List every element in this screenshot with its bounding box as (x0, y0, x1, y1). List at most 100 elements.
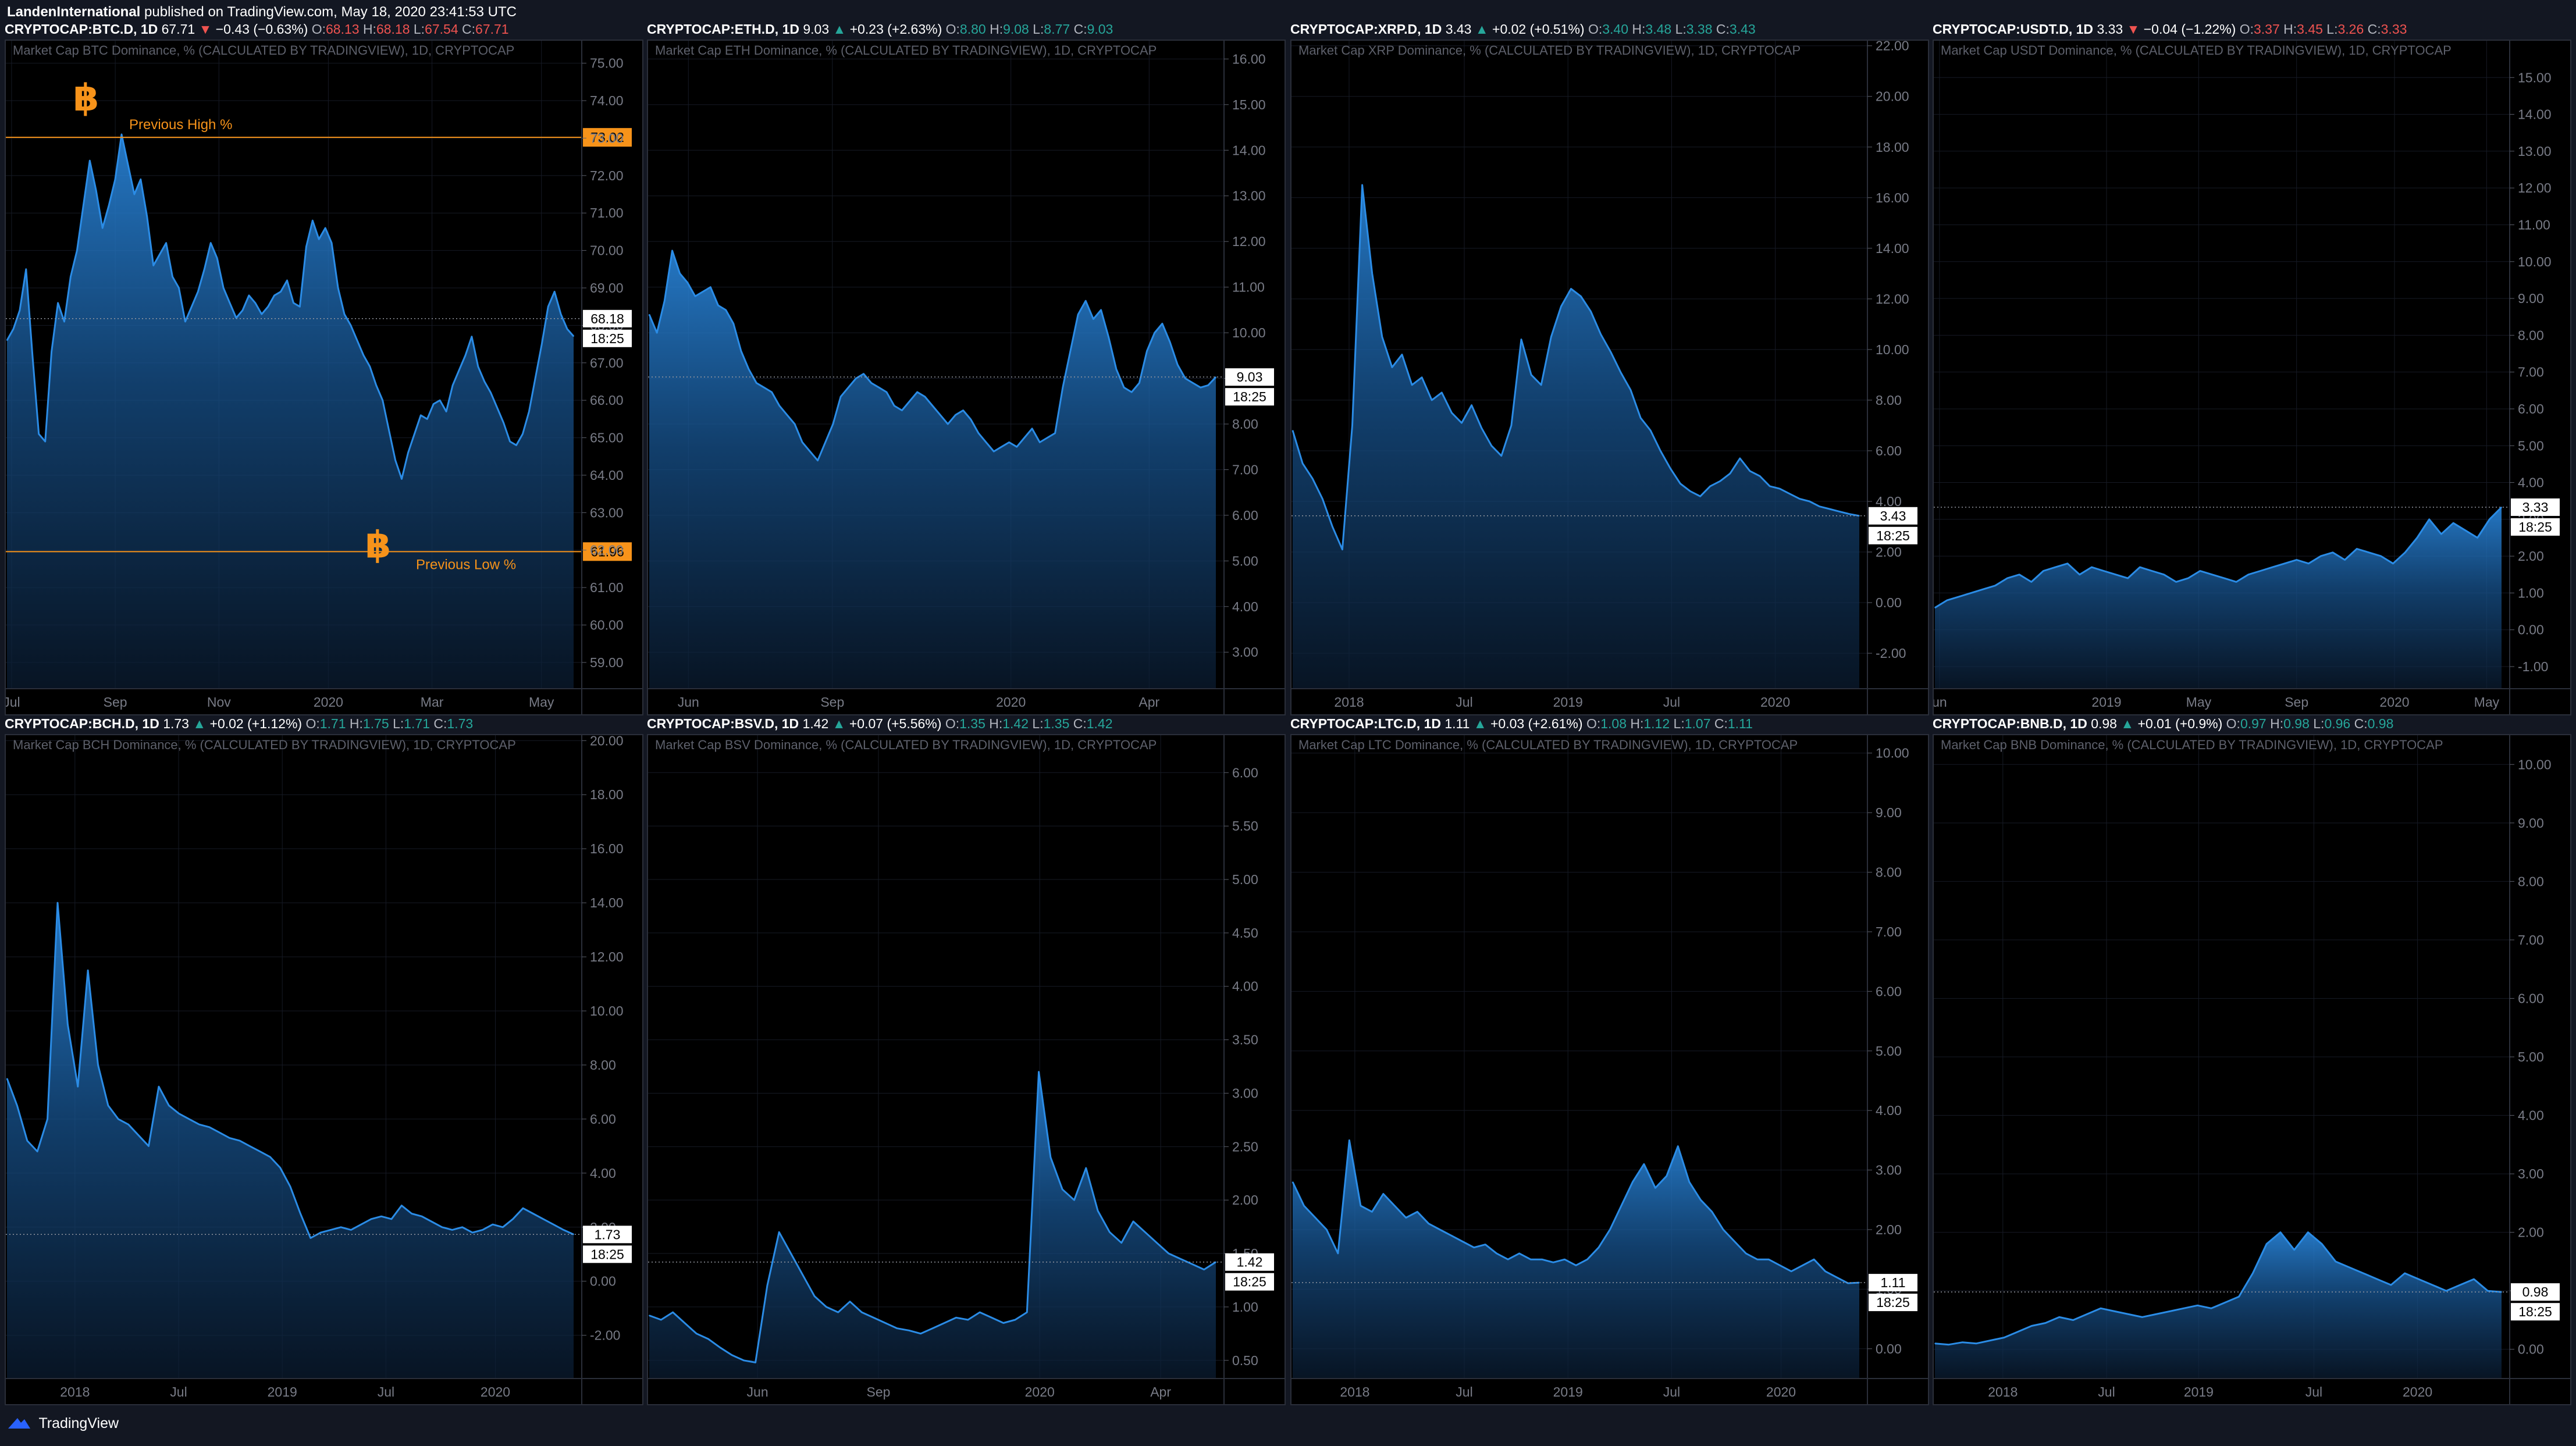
data-point (2381, 555, 2382, 557)
x-tick-label: 2020 (2379, 694, 2409, 710)
data-point (1047, 437, 1048, 439)
data-point (2006, 578, 2008, 579)
data-point (1062, 387, 1063, 388)
chart-panel-ltc[interactable]: CRYPTOCAP:LTC.D, 1D 1.11 ▲ +0.03 (+2.61%… (1290, 713, 1929, 1405)
data-point (267, 306, 269, 307)
last-price-label: 68.18 (590, 311, 624, 326)
footer[interactable]: TradingView (6, 1415, 119, 1436)
data-point (1590, 311, 1592, 312)
data-point (543, 1219, 544, 1220)
data-point (1073, 1199, 1075, 1201)
price-axis[interactable]: -2.000.002.004.006.008.0010.0012.0014.00… (581, 735, 624, 1404)
data-point (515, 444, 517, 446)
price-axis[interactable]: -2.000.002.004.006.008.0010.0012.0014.00… (1867, 41, 1909, 714)
price-axis[interactable]: -1.000.001.002.003.004.005.006.007.008.0… (2509, 41, 2552, 714)
data-point (885, 1322, 886, 1324)
data-point (1666, 1176, 1667, 1177)
plot-area[interactable]: Market Cap BSV Dominance, % (CALCULATED … (647, 734, 1286, 1405)
data-point (420, 415, 422, 416)
data-point (2501, 1291, 2502, 1292)
plot-area[interactable]: Market Cap BCH Dominance, % (CALCULATED … (5, 734, 643, 1405)
y-tick-label: 14.00 (1232, 143, 1266, 158)
plot-area[interactable]: Market Cap LTC Dominance, % (CALCULATED … (1290, 734, 1929, 1405)
y-tick-label: 8.00 (2518, 874, 2544, 889)
plot-area[interactable]: Market Cap USDT Dominance, % (CALCULATED… (1933, 40, 2571, 715)
data-point (452, 384, 453, 386)
close-marker: C: (1073, 22, 1087, 37)
y-tick-label: 8.00 (2518, 327, 2544, 343)
chart-panel-xrp[interactable]: CRYPTOCAP:XRP.D, 1D 3.43 ▲ +0.02 (+0.51%… (1290, 19, 1929, 715)
data-point (273, 295, 275, 296)
chart-svg: Market Cap LTC Dominance, % (CALCULATED … (1291, 735, 1928, 1404)
chart-panel-btc[interactable]: CRYPTOCAP:BTC.D, 1D 67.71 ▼ −0.43 (−0.63… (5, 19, 643, 715)
data-point (26, 269, 27, 270)
data-point (684, 1322, 685, 1324)
time-axis[interactable]: 2018 Jul 2019 Jul 2020 (1291, 688, 1928, 710)
y-tick-label: 8.00 (1232, 416, 1258, 432)
data-point (16, 1105, 18, 1106)
chart-header: CRYPTOCAP:XRP.D, 1D 3.43 ▲ +0.02 (+0.51%… (1290, 19, 1929, 40)
arrow-up-icon: ▲ (832, 716, 846, 731)
close-value: 67.71 (475, 22, 509, 37)
arrow-up-icon: ▲ (193, 716, 207, 731)
chart-svg: Market Cap BTC Dominance, % (CALCULATED … (6, 41, 642, 714)
time-axis[interactable]: 2018 Jul 2019 Jul 2020 (1934, 1378, 2570, 1399)
data-point (2501, 507, 2502, 508)
y-tick-label: 6.00 (1232, 508, 1258, 523)
y-tick-label: 18.00 (590, 787, 624, 802)
time-axis[interactable]: 2018 Jul 2019 Jul 2020 (1291, 1378, 1928, 1399)
data-point (717, 305, 719, 306)
data-point (2139, 567, 2141, 568)
plot-area[interactable]: Market Cap ETH Dominance, % (CALCULATED … (647, 40, 1286, 715)
data-point (1024, 437, 1025, 439)
data-point (1809, 501, 1810, 502)
data-point (340, 1227, 341, 1228)
y-tick-label: 62.00 (590, 543, 624, 558)
data-point (2392, 563, 2394, 564)
data-point (1062, 1189, 1063, 1190)
data-point (369, 366, 371, 367)
data-point (1038, 1071, 1040, 1073)
time-axis[interactable]: 2018 Jul 2019 Jul 2020 (6, 1378, 642, 1399)
data-point (967, 1319, 969, 1320)
data-point (1031, 428, 1033, 429)
chart-panel-bch[interactable]: CRYPTOCAP:BCH.D, 1D 1.73 ▲ +0.02 (+1.12%… (5, 713, 643, 1405)
plot-area[interactable]: Market Cap BNB Dominance, % (CALCULATED … (1933, 734, 2571, 1405)
chart-panel-bsv[interactable]: CRYPTOCAP:BSV.D, 1D 1.42 ▲ +0.07 (+5.56%… (647, 713, 1286, 1405)
price-axis[interactable]: 0.501.001.502.002.503.003.504.004.505.00… (1223, 735, 1258, 1404)
last-price-label: 3.33 (2522, 500, 2549, 515)
data-point (312, 220, 314, 221)
time-axis[interactable]: Jul Sep Nov 2020 Mar May (6, 688, 642, 710)
y-tick-label: 5.00 (1232, 553, 1258, 568)
data-point (1700, 1199, 1702, 1201)
time-axis[interactable]: Jun Sep 2020 Apr (648, 1378, 1285, 1399)
y-tick-label: 13.00 (1232, 188, 1266, 204)
data-point (725, 309, 727, 311)
data-point (656, 332, 657, 333)
y-tick-label: 16.00 (1876, 190, 1909, 205)
data-point (2004, 1337, 2005, 1338)
bar-countdown-label: 18:25 (590, 331, 624, 346)
data-point (1054, 432, 1056, 434)
plot-area[interactable]: Market Cap XRP Dominance, % (CALCULATED … (1290, 40, 1929, 715)
data-point (1580, 295, 1582, 297)
author[interactable]: LandenInternational (7, 4, 140, 20)
chart-panel-usdt[interactable]: CRYPTOCAP:USDT.D, 1D 3.33 ▼ −0.04 (−1.22… (1933, 19, 2571, 715)
data-point (2072, 1319, 2074, 1321)
data-point (1026, 1312, 1028, 1313)
y-tick-label: 14.00 (2518, 107, 2552, 122)
time-axis[interactable]: un 2019 May Sep 2020 May (1934, 688, 2570, 710)
chart-panel-eth[interactable]: CRYPTOCAP:ETH.D, 1D 9.03 ▲ +0.23 (+2.63%… (647, 19, 1286, 715)
data-point (210, 242, 212, 244)
high-value: 1.12 (1643, 716, 1670, 731)
open-value: 3.37 (2253, 22, 2280, 37)
plot-area[interactable]: Market Cap BTC Dominance, % (CALCULATED … (5, 40, 643, 715)
data-point (503, 422, 504, 423)
data-point (790, 1253, 792, 1254)
chart-panel-bnb[interactable]: CRYPTOCAP:BNB.D, 1D 0.98 ▲ +0.01 (+0.9%)… (1933, 713, 2571, 1405)
low-value: 1.07 (1684, 716, 1711, 731)
data-point (1371, 1211, 1373, 1213)
time-axis[interactable]: Jun Sep 2020 Apr (648, 688, 1285, 710)
y-tick-label: 10.00 (2518, 757, 2552, 772)
data-point (1144, 1231, 1146, 1233)
